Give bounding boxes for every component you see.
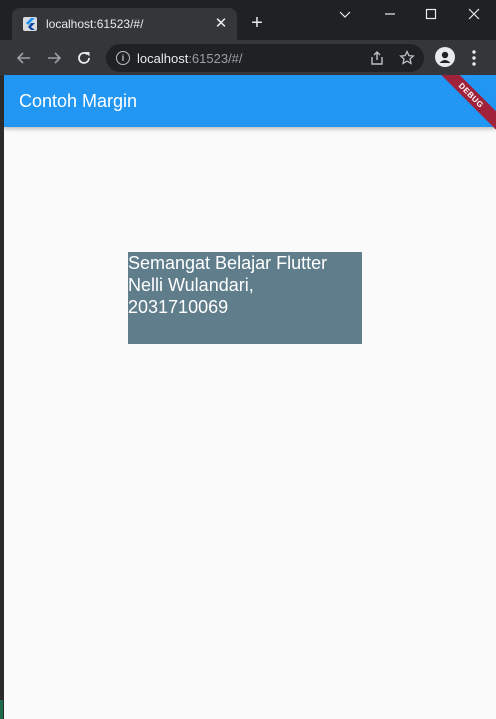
info-icon[interactable]: i [116, 51, 130, 65]
window-close-icon[interactable] [462, 4, 486, 26]
flutter-icon [23, 17, 37, 31]
box-text-line: Semangat Belajar Flutter [128, 253, 328, 273]
app-bar-title: Contoh Margin [19, 91, 138, 111]
new-tab-plus-icon[interactable]: + [247, 13, 267, 33]
minimize-icon[interactable] [378, 4, 402, 26]
margin-container: Semangat Belajar Flutter Nelli Wulandari… [128, 252, 362, 344]
forward-arrow-icon[interactable] [41, 45, 67, 71]
page-viewport: Contoh Margin DEBUG Semangat Belajar Flu… [4, 75, 496, 719]
kebab-menu-icon[interactable] [466, 48, 482, 68]
reload-icon[interactable] [71, 45, 97, 71]
maximize-icon[interactable] [419, 4, 443, 26]
browser-titlebar: localhost:61523/#/ ✕ + [0, 0, 496, 40]
star-icon[interactable] [399, 49, 415, 66]
window-edge-accent [0, 700, 3, 719]
browser-toolbar: i localhost:61523/#/ [0, 40, 496, 75]
box-text-line: Nelli Wulandari, [128, 275, 254, 295]
url-text[interactable]: localhost:61523/#/ [137, 51, 243, 66]
share-icon[interactable] [369, 50, 385, 66]
back-arrow-icon[interactable] [11, 45, 37, 71]
browser-tab[interactable]: localhost:61523/#/ ✕ [12, 8, 237, 40]
tab-title: localhost:61523/#/ [46, 17, 144, 31]
address-bar[interactable]: i localhost:61523/#/ [106, 44, 424, 72]
chevron-down-icon[interactable] [333, 4, 357, 26]
person-icon[interactable] [435, 47, 455, 67]
tab-close-icon[interactable]: ✕ [212, 15, 230, 33]
box-text-line: 2031710069 [128, 297, 229, 317]
app-bar: Contoh Margin [4, 75, 496, 127]
